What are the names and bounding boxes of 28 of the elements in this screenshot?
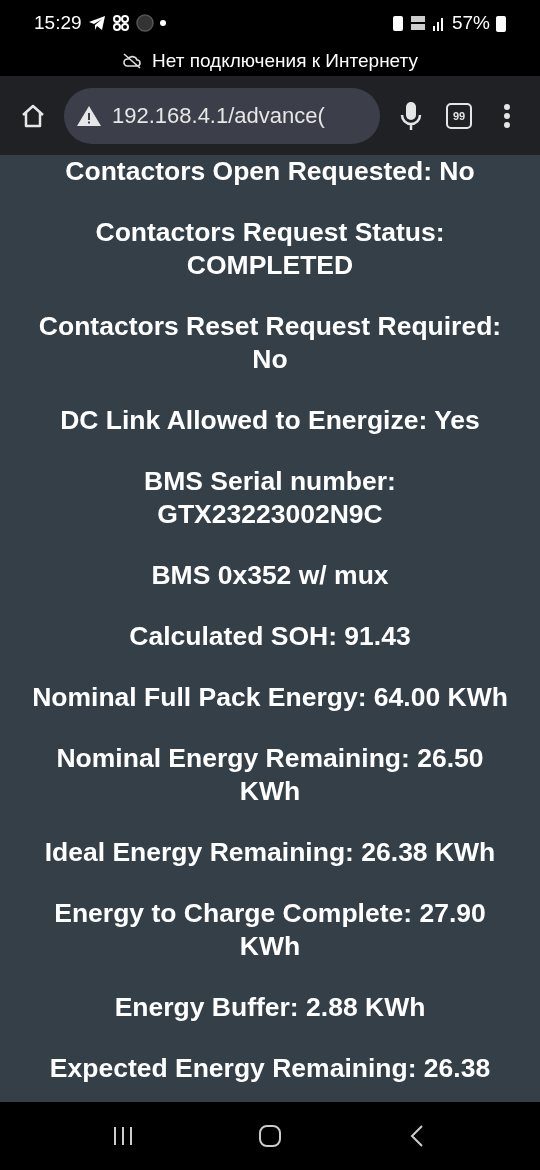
microphone-icon <box>399 100 423 131</box>
status-line: Energy to Charge Complete: 27.90 KWh <box>53 897 487 963</box>
status-line: Expected Energy Remaining: 26.38 <box>49 1052 491 1085</box>
status-line: Contactors Request Status: COMPLETED <box>94 216 446 282</box>
status-line: Nominal Full Pack Energy: 64.00 KWh <box>32 681 508 714</box>
clock: 15:29 <box>34 12 82 34</box>
status-line: Nominal Energy Remaining: 26.50 KWh <box>55 742 485 808</box>
status-line: Ideal Energy Remaining: 26.38 KWh <box>44 836 496 869</box>
offline-message: Нет подключения к Интернету <box>152 50 418 72</box>
status-line: BMS Serial number: GTX23223002N9C <box>143 465 397 531</box>
home-icon <box>258 1124 282 1148</box>
status-line: Contactors Open Requested: No <box>65 155 475 188</box>
dot-icon <box>159 20 166 26</box>
cloud-off-icon <box>122 53 142 69</box>
status-line: DC Link Allowed to Energize: Yes <box>60 404 480 437</box>
battery-percent: 57% <box>451 12 490 34</box>
battery-icon <box>496 14 506 32</box>
back-icon <box>409 1124 424 1148</box>
signal-icon <box>431 15 446 31</box>
address-bar[interactable]: 192.168.4.1/advance( <box>64 87 380 144</box>
menu-icon <box>503 102 511 129</box>
warning-icon <box>76 104 102 127</box>
status-line: Calculated SOH: 91.43 <box>129 620 411 653</box>
status-line: Energy Buffer: 2.88 KWh <box>114 991 426 1024</box>
status-line: Contactors Reset Request Required: No <box>37 310 503 376</box>
paper-plane-icon <box>87 15 106 31</box>
recent-apps-icon <box>112 1125 135 1147</box>
status-line: BMS 0x352 w/ mux <box>151 559 389 592</box>
